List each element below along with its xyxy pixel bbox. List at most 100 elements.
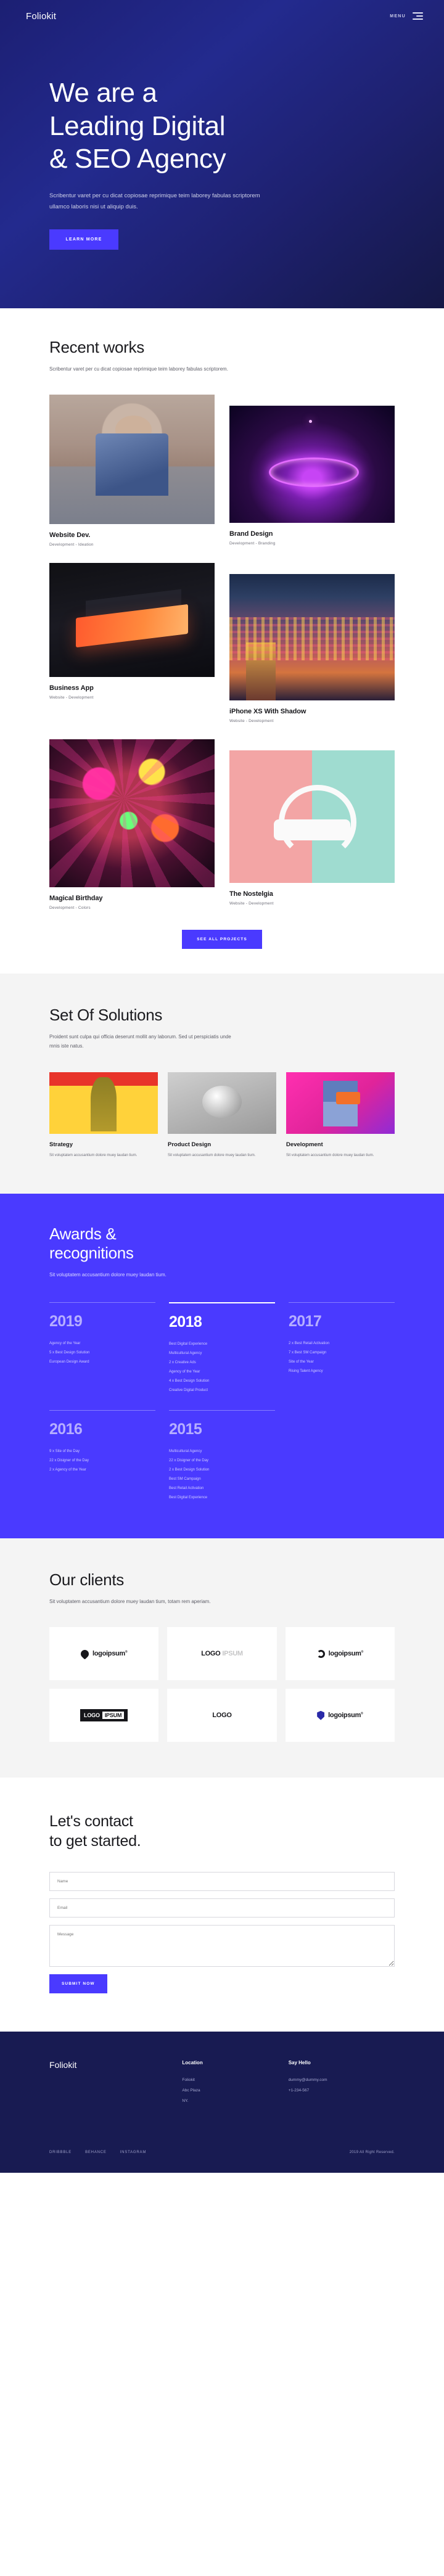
work-card[interactable]: Website Dev. Development - Ideation: [49, 395, 215, 547]
client-logo-text: LOGO: [201, 1650, 221, 1658]
work-card[interactable]: iPhone XS With Shadow Website - Developm…: [229, 574, 395, 723]
solutions-grid: Strategy Sit voluptatem accusantium dolo…: [49, 1072, 395, 1159]
footer-location-title: Location: [182, 2059, 203, 2065]
work-thumbnail: [49, 563, 215, 678]
footer-columns: Foliokit Location Foliokit Abc Plaza NY.…: [49, 2060, 395, 2107]
social-link-dribbble[interactable]: DRIBBBLE: [49, 2151, 72, 2154]
top-navigation-bar: Foliokit MENU: [0, 0, 444, 32]
contact-form: SUBMIT NOW: [49, 1871, 395, 1993]
footer-contact-column: Say Hello dummy@dummy.com +1-234-567: [289, 2060, 395, 2107]
solution-title: Development: [286, 1141, 323, 1148]
client-logo-text: LOGO: [212, 1712, 232, 1720]
contact-title-line-1: Let's contact: [49, 1813, 133, 1831]
award-item: 2 x Best Retail Activation: [289, 1342, 330, 1346]
work-card[interactable]: Brand Design Development - Branding: [229, 406, 395, 547]
work-card[interactable]: Magical Birthday Development - Colors: [49, 739, 215, 910]
works-subtitle: Scribentur varet per cu dicat copiosae r…: [49, 366, 228, 372]
award-year: 2015: [169, 1421, 202, 1438]
award-item: European Design Award: [49, 1360, 89, 1364]
footer-location-line: NY.: [182, 2098, 189, 2103]
work-title: Website Dev.: [49, 531, 91, 539]
award-year: 2016: [49, 1421, 83, 1438]
award-item: 5 x Best Design Solution: [49, 1351, 90, 1355]
site-logo[interactable]: Foliokit: [26, 11, 56, 22]
name-input[interactable]: [49, 1871, 395, 1891]
solution-title: Strategy: [49, 1141, 73, 1148]
client-logo-cell[interactable]: logoipsum®: [49, 1627, 159, 1681]
award-rule: [169, 1410, 275, 1411]
works-title: Recent works: [49, 338, 144, 356]
work-card[interactable]: Business App Website - Development: [49, 563, 215, 723]
award-item: Best Retail Activation: [169, 1487, 204, 1491]
droplet-icon: [79, 1648, 91, 1660]
award-item: 9 x Site of the Day: [49, 1450, 80, 1454]
award-item: Agency of the Year: [49, 1342, 81, 1346]
menu-toggle[interactable]: MENU: [390, 12, 423, 20]
client-logo-cell[interactable]: LOGO IPSUM: [167, 1627, 277, 1681]
award-column: 2017 2 x Best Retail Activation 7 x Best…: [289, 1302, 395, 1395]
hamburger-icon[interactable]: [413, 12, 423, 20]
awards-title-line-2: recognitions: [49, 1244, 134, 1263]
award-item: 7 x Best SM Campaign: [289, 1351, 327, 1355]
awards-title: Awards & recognitions: [49, 1224, 395, 1263]
award-item: 2 x Creative Ads: [169, 1361, 196, 1365]
award-rule: [169, 1302, 275, 1304]
footer-phone-link[interactable]: +1-234-567: [289, 2086, 395, 2096]
solution-text: Sit voluptatem accusantium dolore muey l…: [286, 1153, 374, 1157]
work-category: Development - Branding: [229, 541, 276, 546]
submit-button[interactable]: SUBMIT NOW: [49, 1974, 107, 1993]
footer-location-column: Location Foliokit Abc Plaza NY.: [182, 2060, 288, 2107]
client-logo-cell[interactable]: LOGO: [167, 1689, 277, 1742]
client-logo-cell[interactable]: LOGO IPSUM: [49, 1689, 159, 1742]
clients-title: Our clients: [49, 1570, 124, 1589]
clients-grid: logoipsum® LOGO IPSUM logoipsum® LOGO IPS…: [49, 1627, 395, 1742]
contact-title-line-2: to get started.: [49, 1832, 141, 1850]
award-column: 2018 Best Digital Experience Multicultur…: [169, 1302, 275, 1395]
award-item: Multicultural Agency: [169, 1450, 202, 1454]
solution-card[interactable]: Development Sit voluptatem accusantium d…: [286, 1072, 395, 1159]
hero-heading-line-1: We are a: [49, 78, 157, 108]
awards-subtitle: Sit voluptatem accusantium dolore muey l…: [49, 1272, 166, 1278]
work-card[interactable]: The Nostelgia Website - Development: [229, 750, 395, 910]
solutions-section: Set Of Solutions Proident sunt culpa qui…: [0, 974, 444, 1194]
award-item: Agency of the Year: [169, 1370, 200, 1374]
solution-card[interactable]: Product Design Sit voluptatem accusantiu…: [168, 1072, 276, 1159]
work-title: Magical Birthday: [49, 895, 103, 903]
solutions-subtitle: Proident sunt culpa qui officia deserunt…: [49, 1034, 231, 1049]
page-root: Foliokit MENU We are a Leading Digital &…: [0, 0, 444, 2173]
footer-email-link[interactable]: dummy@dummy.com: [289, 2075, 395, 2086]
see-all-projects-button[interactable]: SEE ALL PROJECTS: [182, 930, 262, 950]
message-input[interactable]: [49, 1924, 395, 1967]
work-title: Brand Design: [229, 530, 273, 538]
award-column: 2016 9 x Site of the Day 22 x Disigner o…: [49, 1410, 155, 1503]
solution-text: Sit voluptatem accusantium dolore muey l…: [49, 1153, 138, 1157]
clients-section: Our clients Sit voluptatem accusantium d…: [0, 1538, 444, 1778]
awards-grid: 2019 Agency of the Year 5 x Best Design …: [49, 1302, 395, 1503]
client-logo-cell[interactable]: logoipsum®: [285, 1689, 395, 1742]
social-link-behance[interactable]: BEHANCE: [85, 2151, 107, 2154]
learn-more-button[interactable]: LEARN MORE: [49, 229, 118, 250]
footer-contact-title: Say Hello: [288, 2059, 311, 2065]
solution-title: Product Design: [168, 1141, 212, 1148]
client-logo-cell[interactable]: logoipsum®: [285, 1627, 395, 1681]
award-item: 2 x Agency of the Year: [49, 1468, 86, 1472]
site-footer: Foliokit Location Foliokit Abc Plaza NY.…: [0, 2031, 444, 2173]
hero-content: We are a Leading Digital & SEO Agency Sc…: [0, 32, 444, 250]
work-thumbnail: [229, 750, 395, 884]
shield-icon: [317, 1710, 325, 1720]
solution-card[interactable]: Strategy Sit voluptatem accusantium dolo…: [49, 1072, 158, 1159]
footer-logo[interactable]: Foliokit: [49, 2060, 182, 2107]
recent-works-section: Recent works Scribentur varet per cu dic…: [0, 308, 444, 974]
menu-label: MENU: [390, 14, 406, 18]
client-logo-text: logoipsum®: [328, 1650, 364, 1658]
footer-bottom-bar: DRIBBBLE BEHANCE INSTAGRAM 2019 All Righ…: [49, 2151, 395, 2154]
social-link-instagram[interactable]: INSTAGRAM: [120, 2151, 146, 2154]
hero-paragraph: Scribentur varet per cu dicat copiosae r…: [49, 192, 260, 210]
solutions-title: Set Of Solutions: [49, 1006, 163, 1025]
award-item: Best Digital Experience: [169, 1496, 208, 1500]
solution-thumbnail: [49, 1072, 158, 1134]
hero-heading-line-3: & SEO Agency: [49, 144, 226, 174]
hero-heading: We are a Leading Digital & SEO Agency: [49, 76, 444, 176]
email-input[interactable]: [49, 1898, 395, 1918]
work-category: Development - Ideation: [49, 543, 94, 548]
